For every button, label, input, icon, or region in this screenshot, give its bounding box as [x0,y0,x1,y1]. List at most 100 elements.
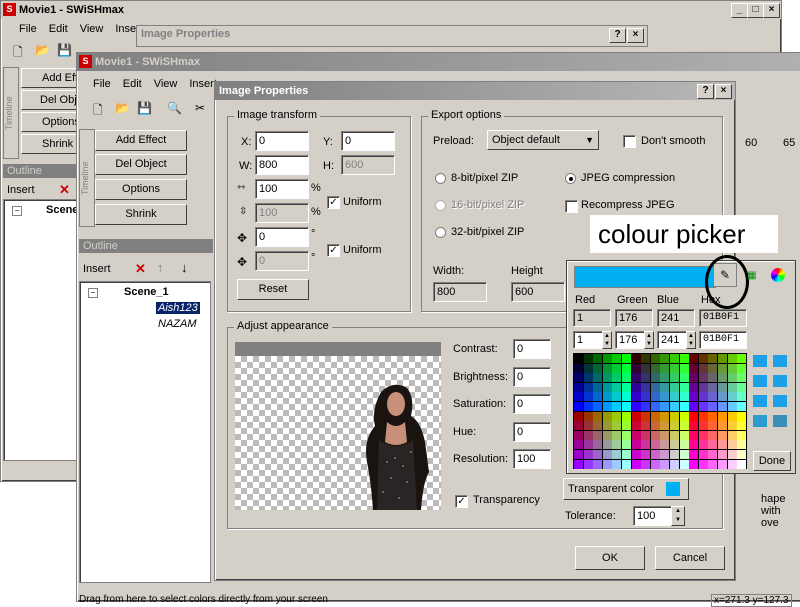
palette-swatch[interactable] [574,363,583,373]
palette-swatch[interactable] [670,411,679,421]
palette-swatch[interactable] [708,354,718,363]
move-up-icon[interactable]: ↑ [157,260,164,275]
palette-swatch[interactable] [593,440,603,450]
palette-swatch[interactable] [631,411,641,421]
palette-swatch[interactable] [641,392,651,402]
palette-swatch[interactable] [660,354,670,363]
mid-insert-label[interactable]: Insert [83,263,111,275]
palette-swatch[interactable] [622,392,631,402]
radio-8bit[interactable] [435,173,446,184]
save-icon[interactable]: 💾 [57,43,72,57]
palette-swatch[interactable] [593,363,603,373]
palette-swatch[interactable] [583,373,593,383]
palette-swatch[interactable] [670,459,679,469]
palette-swatch[interactable] [622,363,631,373]
palette-swatch[interactable] [641,402,651,411]
palette-swatch[interactable] [660,459,670,469]
palette-swatch[interactable] [727,459,737,469]
custom-swatch[interactable] [773,395,787,407]
dont-smooth-checkbox[interactable] [623,135,636,148]
palette-swatch[interactable] [622,354,631,363]
palette-swatch[interactable] [602,373,612,383]
palette-swatch[interactable] [650,411,660,421]
red-input[interactable]: 1 [573,331,603,349]
palette-swatch[interactable] [679,430,689,440]
palette-swatch[interactable] [727,392,737,402]
palette-swatch[interactable] [698,430,708,440]
palette-swatch[interactable] [698,402,708,411]
hex-input[interactable]: 01B0F1 [699,331,747,349]
palette-swatch[interactable] [612,363,622,373]
open-icon[interactable]: 📂 [35,43,50,57]
palette-swatch[interactable] [737,382,747,392]
palette-swatch[interactable] [718,392,727,402]
palette-swatch[interactable] [583,402,593,411]
palette-swatch[interactable] [679,392,689,402]
back-timeline-tab[interactable]: Timeline [3,67,19,159]
custom-swatch[interactable] [753,415,767,427]
palette-swatch[interactable] [583,430,593,440]
palette-swatch[interactable] [737,392,747,402]
palette-swatch[interactable] [622,373,631,383]
custom-swatch[interactable] [773,375,787,387]
palette-swatch[interactable] [631,421,641,431]
palette-swatch[interactable] [708,363,718,373]
palette-swatch[interactable] [670,363,679,373]
palette-swatch[interactable] [670,430,679,440]
minimize-button[interactable]: _ [731,3,748,18]
custom-swatch[interactable] [773,355,787,367]
palette-swatch[interactable] [641,354,651,363]
palette-swatch[interactable] [574,382,583,392]
custom-swatch[interactable] [773,415,787,427]
palette-swatch[interactable] [689,459,699,469]
palette-swatch[interactable] [698,450,708,459]
palette-swatch[interactable] [583,363,593,373]
palette-swatch[interactable] [708,459,718,469]
palette-swatch[interactable] [670,402,679,411]
scale-x-field[interactable]: 100 [255,179,309,199]
palette-swatch[interactable] [679,382,689,392]
palette-swatch[interactable] [660,411,670,421]
palette-swatch[interactable] [679,421,689,431]
palette-swatch[interactable] [737,430,747,440]
palette-swatch[interactable] [631,459,641,469]
uniform-scale-checkbox[interactable]: ✓ [327,196,340,209]
palette-swatch[interactable] [622,421,631,431]
palette-swatch[interactable] [631,354,641,363]
palette-swatch[interactable] [737,459,747,469]
palette-swatch[interactable] [650,363,660,373]
radio-32bit[interactable] [435,227,446,238]
palette-swatch[interactable] [679,440,689,450]
palette-swatch[interactable] [698,354,708,363]
palette-swatch[interactable] [689,450,699,459]
palette-swatch[interactable] [622,440,631,450]
palette-swatch[interactable] [602,354,612,363]
palette-swatch[interactable] [612,382,622,392]
palette-swatch[interactable] [698,459,708,469]
palette-swatch[interactable] [718,363,727,373]
palette-swatch[interactable] [650,402,660,411]
palette-swatch[interactable] [737,421,747,431]
palette-swatch[interactable] [641,450,651,459]
palette-swatch[interactable] [698,392,708,402]
palette-swatch[interactable] [689,421,699,431]
palette-swatch[interactable] [612,402,622,411]
color-palette-grid[interactable] [573,353,747,469]
palette-swatch[interactable] [593,354,603,363]
palette-swatch[interactable] [650,392,660,402]
palette-swatch[interactable] [574,450,583,459]
tree-item-selected[interactable]: Aish123 [156,302,200,314]
saturation-field[interactable]: 0 [513,394,551,414]
palette-swatch[interactable] [660,440,670,450]
mid-timeline-tab[interactable]: Timeline [79,129,95,227]
palette-swatch[interactable] [612,440,622,450]
palette-swatch[interactable] [670,440,679,450]
palette-swatch[interactable] [737,373,747,383]
palette-swatch[interactable] [574,392,583,402]
palette-swatch[interactable] [718,402,727,411]
palette-swatch[interactable] [708,402,718,411]
palette-swatch[interactable] [670,392,679,402]
palette-swatch[interactable] [727,421,737,431]
palette-swatch[interactable] [708,421,718,431]
tree-expand-icon[interactable]: − [12,206,22,216]
